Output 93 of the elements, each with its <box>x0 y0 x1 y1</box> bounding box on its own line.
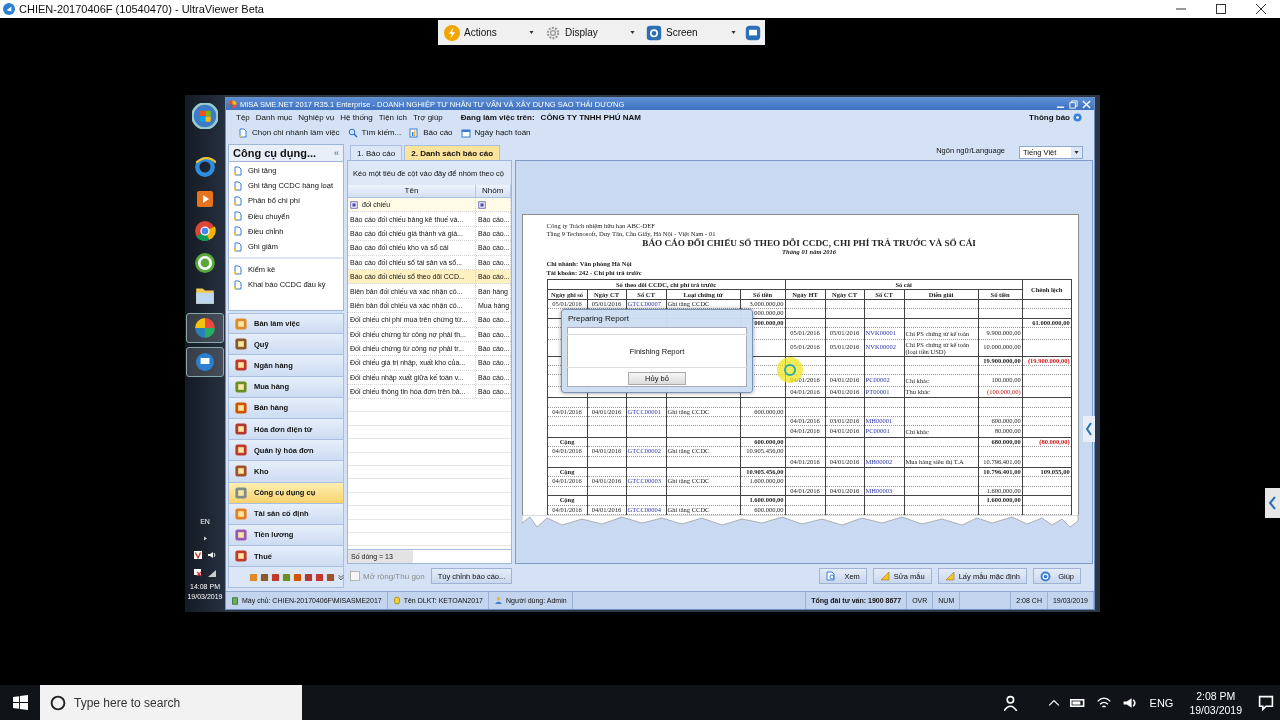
module-icon <box>234 527 248 542</box>
signal-icon[interactable] <box>207 568 217 578</box>
app-logo-icon <box>228 99 237 109</box>
ring-app-icon[interactable] <box>194 252 216 274</box>
working-company-label: Đang làm việc trên: <box>460 113 535 122</box>
caret-icon <box>528 29 535 36</box>
pinwheel-icon[interactable] <box>194 317 216 339</box>
module-icon <box>234 379 248 394</box>
module-icon <box>234 400 248 415</box>
flag-icon[interactable] <box>193 568 203 578</box>
toolbar-button[interactable]: Ngày hạch toán <box>458 127 533 138</box>
collapse-button[interactable]: « <box>334 148 339 158</box>
document-icon <box>233 195 243 206</box>
tab[interactable]: 2. Danh sách báo cáo <box>404 145 501 160</box>
window-title: CHIEN-20170406F (10540470) - UltraViewer Beta <box>19 3 264 15</box>
module-icon <box>234 337 248 352</box>
module-icon <box>234 443 248 458</box>
document-icon <box>233 226 243 237</box>
database-icon <box>392 596 401 605</box>
module-icon <box>234 358 248 373</box>
module-icon <box>234 422 248 437</box>
menu-item[interactable]: Tiện ích <box>378 113 407 122</box>
help-icon <box>1040 570 1051 582</box>
start-orb-icon[interactable] <box>192 103 218 129</box>
app-tray-icon[interactable] <box>193 550 203 560</box>
toolbar-menu-button[interactable]: Display <box>543 24 638 41</box>
module-icon <box>234 485 248 500</box>
monitor-icon[interactable] <box>195 352 215 372</box>
document-icon <box>238 127 248 138</box>
media-player-icon[interactable] <box>195 189 215 209</box>
volume-icon[interactable] <box>207 550 217 560</box>
toolbar-menu-button[interactable]: Screen <box>644 24 739 41</box>
server-icon <box>231 596 239 605</box>
tab[interactable]: 1. Báo cáo <box>350 145 403 160</box>
dialog-title: Preparing Report <box>567 313 630 325</box>
restore-icon[interactable] <box>1069 99 1078 109</box>
company-name: CÔNG TY TNHH PHÚ NAM <box>540 113 641 122</box>
gear-icon <box>545 24 561 41</box>
search-ring-icon <box>50 694 66 711</box>
document-icon <box>233 180 243 191</box>
calendar-icon <box>460 127 471 138</box>
browser-icon[interactable] <box>194 156 216 178</box>
search-icon <box>347 127 358 138</box>
menu-item[interactable]: Danh mục <box>255 113 293 122</box>
menu-item[interactable]: Hệ thống <box>340 113 373 122</box>
menu-item[interactable]: Nghiệp vụ <box>298 113 335 122</box>
document-icon <box>233 279 243 290</box>
menu-item[interactable]: Tệp <box>236 113 250 122</box>
toolbar-menu-button[interactable]: Actions <box>442 24 537 41</box>
caret-icon <box>629 29 636 36</box>
filter-icon <box>478 200 486 209</box>
close-icon[interactable] <box>1256 4 1266 14</box>
toolbar-button[interactable]: Báo cáo <box>407 127 455 138</box>
notifications-button[interactable]: Thông báo <box>1029 113 1082 122</box>
language-indicator[interactable]: ENG <box>1149 696 1174 709</box>
caret-icon <box>730 29 737 36</box>
module-icon <box>234 316 248 331</box>
module-icon <box>234 464 248 479</box>
document-icon <box>233 211 243 222</box>
document-icon <box>233 241 243 252</box>
screen-icon <box>646 24 662 41</box>
report-icon <box>409 127 420 138</box>
report-title: BÁO CÁO ĐỐI CHIẾU SỔ THEO DÕI CCDC, CHI PHÍ TRẢ TRƯỚC VÀ SỔ CÁI <box>641 238 977 248</box>
user-icon <box>493 596 503 605</box>
sidebar-title: Công cụ dụng... <box>233 147 317 159</box>
column-header[interactable]: Nhóm <box>476 185 511 197</box>
bell-icon <box>1073 113 1082 122</box>
clock[interactable]: 2:08 PM 19/03/2019 <box>1189 688 1242 717</box>
maximize-icon[interactable] <box>1216 4 1226 14</box>
filter-icon <box>350 200 358 209</box>
start-icon[interactable] <box>13 695 28 710</box>
module-icon <box>234 549 248 564</box>
caret-icon <box>1073 148 1080 156</box>
notification-icon[interactable] <box>1258 694 1274 711</box>
chevron-down-icon[interactable] <box>337 572 345 582</box>
module-icon <box>234 506 248 521</box>
toolbar-button[interactable]: Chọn chi nhánh làm việc <box>236 127 342 138</box>
preview-icon <box>825 571 836 581</box>
chat-icon[interactable] <box>745 24 761 41</box>
document-icon <box>233 264 243 275</box>
search-placeholder: Type here to search <box>74 695 181 710</box>
column-header[interactable]: Tên <box>348 185 476 197</box>
menu-item[interactable]: Trợ giúp <box>412 113 443 122</box>
expand-tray-icon[interactable] <box>201 535 209 542</box>
document-icon <box>233 165 243 176</box>
toolbar-button[interactable]: Tìm kiếm... <box>345 127 404 138</box>
viewer-app-icon <box>3 3 15 15</box>
lightning-icon <box>444 24 460 41</box>
round-app-icon[interactable] <box>194 220 216 242</box>
side-panel-tab-icon[interactable] <box>1265 488 1280 518</box>
people-icon[interactable] <box>1003 694 1020 711</box>
taskbar-search-field[interactable]: Type here to search <box>40 685 302 720</box>
collapse-tab-icon[interactable] <box>1083 416 1095 442</box>
